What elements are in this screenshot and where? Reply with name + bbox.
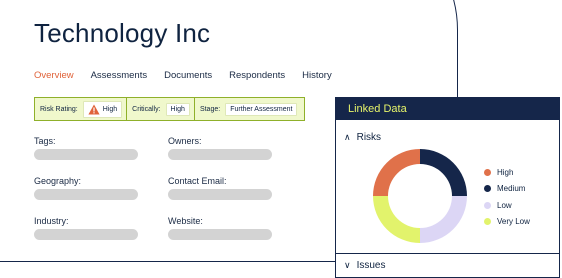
donut-slice-medium (420, 149, 467, 196)
website-field[interactable] (168, 229, 272, 240)
tab-assessments[interactable]: Assessments (91, 70, 148, 81)
stage-label: Stage: (199, 105, 221, 113)
linked-data-header: Linked Data (336, 98, 559, 120)
tab-overview[interactable]: Overview (34, 70, 74, 81)
risk-rating-segment: Risk Rating: High (35, 98, 128, 120)
linked-data-panel: Linked Data ∧ Risks High Medium Low Very… (335, 97, 560, 278)
geography-label: Geography: (34, 176, 82, 186)
donut-slice-low (420, 196, 467, 243)
risks-donut-chart (373, 149, 467, 243)
criticality-segment: Critically: High (127, 98, 195, 120)
donut-slice-high (373, 149, 420, 196)
risk-rating-badge: High (82, 100, 123, 118)
criticality-label: Critically: (132, 105, 161, 113)
legend-dot-medium (484, 185, 491, 193)
tab-history[interactable]: History (302, 70, 332, 81)
tags-label: Tags: (34, 136, 56, 146)
chevron-down-icon: ∨ (344, 260, 351, 270)
industry-field[interactable] (34, 229, 138, 240)
warning-triangle-icon (88, 104, 100, 114)
page: Technology Inc Overview Assessments Docu… (0, 0, 562, 278)
risk-rating-label: Risk Rating: (40, 105, 78, 113)
tab-documents[interactable]: Documents (164, 70, 212, 81)
tab-respondents[interactable]: Respondents (229, 70, 285, 81)
risk-rating-value: High (102, 105, 118, 113)
company-title: Technology Inc (34, 18, 211, 48)
legend-dot-high (484, 168, 491, 176)
status-summary-bar: Risk Rating: High Critically: High Stage… (34, 97, 305, 121)
issues-label: Issues (356, 260, 386, 271)
geography-field[interactable] (34, 189, 138, 200)
risks-label: Risks (356, 132, 382, 143)
linked-data-title: Linked Data (348, 103, 407, 115)
legend-label-very-low: Very Low (497, 217, 530, 227)
issues-section-toggle[interactable]: ∨ Issues (344, 260, 386, 271)
contact-email-field[interactable] (168, 189, 272, 200)
risks-legend: High Medium Low Very Low (484, 164, 530, 230)
legend-item-low: Low (484, 197, 530, 214)
legend-label-low: Low (497, 200, 512, 210)
owners-field[interactable] (168, 149, 272, 160)
risks-section-toggle[interactable]: ∧ Risks (344, 132, 381, 143)
owners-label: Owners: (168, 136, 202, 146)
website-label: Website: (168, 216, 203, 226)
stage-segment: Stage: Further Assessment (195, 98, 304, 120)
tags-field[interactable] (34, 149, 138, 160)
donut-slice-very-low (373, 196, 420, 243)
stage-badge: Further Assessment (225, 102, 298, 116)
legend-label-high: High (497, 167, 514, 177)
legend-item-medium: Medium (484, 181, 530, 198)
legend-label-medium: Medium (497, 184, 526, 194)
issues-divider (336, 253, 559, 254)
industry-label: Industry: (34, 216, 69, 226)
criticality-badge: High (165, 102, 190, 116)
chevron-up-icon: ∧ (344, 132, 351, 142)
legend-item-very-low: Very Low (484, 214, 530, 231)
legend-dot-low (484, 201, 491, 209)
legend-item-high: High (484, 164, 530, 181)
legend-dot-very-low (484, 218, 491, 226)
contact-email-label: Contact Email: (168, 176, 227, 186)
tab-bar: Overview Assessments Documents Responden… (34, 70, 349, 81)
